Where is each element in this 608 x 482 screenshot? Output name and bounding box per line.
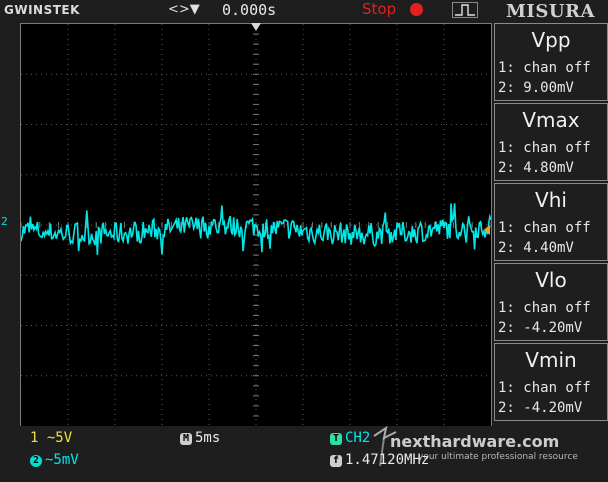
frequency-icon: f [330, 455, 342, 467]
measurement-ch1-value: 1: chan off [498, 300, 591, 316]
trigger-source: CH2 [345, 430, 371, 446]
stop-dot-icon [410, 3, 423, 16]
run-state-label[interactable]: Stop [362, 0, 396, 18]
waveform-display[interactable] [20, 23, 492, 427]
ch2-scale-readout[interactable]: 2 ~5mV [30, 452, 79, 468]
measurement-vpp[interactable]: Vpp 1: chan off 2: 9.00mV [494, 23, 608, 101]
ch1-scale: ~5V [46, 430, 73, 446]
measurement-ch1-value: 1: chan off [498, 380, 591, 396]
status-bar: GWINSTEK <>▼ 0.000s Stop MISURA [0, 0, 608, 22]
measurement-ch2-value: 2: 4.40mV [498, 240, 574, 256]
timebase-readout[interactable]: M 5ms [180, 430, 220, 446]
measurement-title: Vmax [522, 108, 580, 132]
measurement-ch2-value: 2: -4.20mV [498, 400, 583, 416]
ch1-scale-readout[interactable]: 1 ~5V [30, 430, 72, 446]
measurement-ch1-value: 1: chan off [498, 60, 591, 76]
trigger-position-arrows[interactable]: <>▼ [168, 2, 200, 17]
menu-title: MISURA [506, 1, 595, 22]
watermark: nexthardware.com your ultimate professio… [370, 426, 606, 476]
watermark-tagline: your ultimate professional resource [418, 452, 578, 462]
oscilloscope-grid [21, 24, 491, 426]
measurement-panel: Vpp 1: chan off 2: 9.00mV Vmax 1: chan o… [494, 23, 608, 425]
measurement-ch1-value: 1: chan off [498, 220, 591, 236]
ch2-label: 2 [30, 455, 42, 467]
timebase-value: 5ms [195, 430, 221, 446]
ch1-label: 1 [30, 430, 39, 446]
watermark-text: nexthardware.com [390, 432, 560, 451]
measurement-vlo[interactable]: Vlo 1: chan off 2: -4.20mV [494, 263, 608, 341]
trigger-icon: T [330, 433, 342, 445]
measurement-title: Vhi [535, 188, 567, 212]
measurement-title: Vlo [535, 268, 567, 292]
measurement-title: Vmin [525, 348, 577, 372]
rising-edge-icon [452, 2, 478, 18]
measurement-vhi[interactable]: Vhi 1: chan off 2: 4.40mV [494, 183, 608, 261]
measurement-ch1-value: 1: chan off [498, 140, 591, 156]
brand-logo: GWINSTEK [4, 3, 80, 17]
measurement-title: Vpp [531, 28, 571, 52]
measurement-ch2-value: 2: 4.80mV [498, 160, 574, 176]
measurement-vmax[interactable]: Vmax 1: chan off 2: 4.80mV [494, 103, 608, 181]
measurement-ch2-value: 2: -4.20mV [498, 320, 583, 336]
measurement-vmin[interactable]: Vmin 1: chan off 2: -4.20mV [494, 343, 608, 421]
trigger-position-icon [251, 23, 261, 31]
trigger-source-readout[interactable]: T CH2 [330, 430, 370, 446]
measurement-ch2-value: 2: 9.00mV [498, 80, 574, 96]
timebase-icon: M [180, 433, 192, 445]
ch2-scale: ~5mV [45, 452, 79, 468]
channel-2-ground-marker[interactable]: 2 [1, 215, 8, 228]
trigger-delay-readout: 0.000s [222, 1, 277, 19]
